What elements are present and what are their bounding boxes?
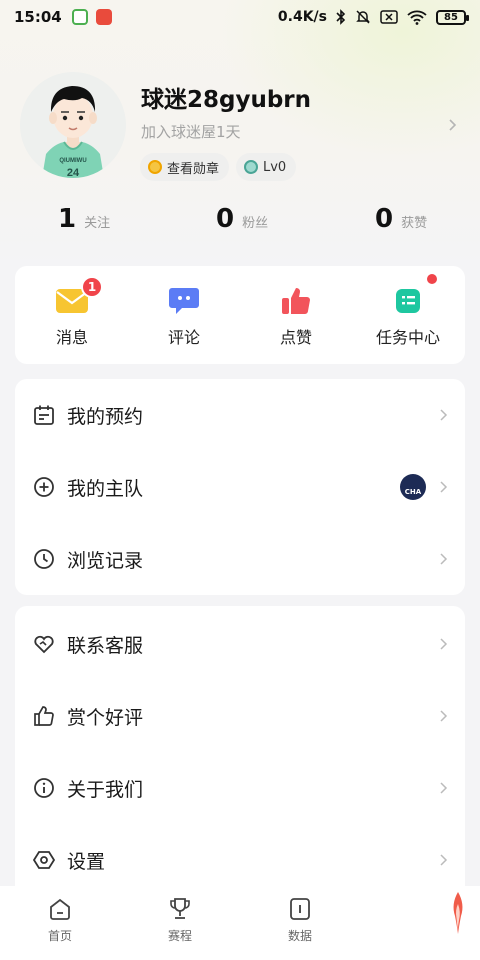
plus-circle-icon [34,477,54,497]
home-icon [50,898,70,920]
menu-item-label: 浏览记录 [67,549,144,572]
menu-item-label: 联系客服 [67,634,144,657]
action-task-center[interactable]: 任务中心 [363,274,453,348]
chevron-right-icon [440,409,448,421]
profile-chevron-right-icon[interactable] [446,117,458,133]
avatar[interactable]: QIUMIWU 24 [20,72,126,178]
stat-followers[interactable]: 0 粉丝 [216,204,268,234]
wifi-icon [407,10,427,25]
stat-value: 0 [375,204,394,234]
stat-value: 1 [58,204,77,234]
menu-item-history[interactable]: 浏览记录 [15,523,465,595]
level-icon [244,160,258,174]
stat-value: 0 [216,204,235,234]
chevron-right-icon [440,481,448,493]
fire-icon[interactable] [449,890,467,936]
medal-coin-icon [148,160,162,174]
calendar-icon [34,405,54,425]
message-count-badge: 1 [81,276,103,298]
quick-actions-card: 1 消息 评论 点赞 任务中心 [15,266,465,364]
thumbs-up-icon [279,286,313,316]
username: 球迷28gyubrn [141,87,312,113]
nav-schedule[interactable]: 赛程 [145,896,215,944]
action-label: 点赞 [279,328,312,347]
action-comments[interactable]: 评论 [139,286,229,348]
battery-level: 85 [444,11,458,23]
stat-following[interactable]: 1 关注 [58,204,110,234]
action-likes[interactable]: 点赞 [251,286,341,348]
avatar-illustration: QIUMIWU 24 [42,86,104,178]
hexagon-settings-icon [33,851,55,869]
nav-label: 赛程 [167,929,192,943]
menu-item-rate-app[interactable]: 赏个好评 [15,680,465,752]
stat-likes[interactable]: 0 获赞 [375,204,427,234]
status-time: 15:04 [14,8,62,26]
bluetooth-icon [336,9,346,25]
bottom-nav: 首页 赛程 数据 [0,886,480,960]
view-medals-button[interactable]: 查看勋章 [140,153,230,181]
status-bar: 15:04 0.4K/s 85 [0,0,480,34]
menu-card-primary: 我的预约 我的主队 CHA 浏览记录 [15,379,465,595]
mute-bell-icon [356,10,370,24]
data-icon [290,898,310,920]
team-logo: CHA [400,474,426,500]
nav-data[interactable]: 数据 [265,896,335,944]
chevron-right-icon [440,638,448,650]
action-label: 消息 [55,328,88,347]
view-medals-label: 查看勋章 [167,161,220,177]
action-messages[interactable]: 1 消息 [27,276,117,348]
level-chip[interactable]: Lv0 [236,153,297,181]
nav-label: 首页 [47,929,72,943]
info-icon [34,778,54,798]
trophy-icon [170,898,190,919]
stat-label: 粉丝 [242,216,269,231]
thumbs-up-outline-icon [34,706,54,726]
jersey-number: 24 [67,167,80,178]
nav-home[interactable]: 首页 [25,896,95,944]
chevron-right-icon [440,553,448,565]
menu-item-my-team[interactable]: 我的主队 CHA [15,451,465,523]
notification-app-icon [71,9,88,25]
battery-icon: 85 [436,9,469,25]
menu-item-customer-service[interactable]: 联系客服 [15,608,465,680]
clock-icon [34,549,54,569]
chevron-right-icon [440,854,448,866]
action-label: 评论 [167,328,200,347]
stat-label: 关注 [84,216,111,231]
menu-item-label: 设置 [67,850,106,873]
no-sim-icon [380,10,398,24]
menu-item-label: 我的主队 [67,477,144,500]
network-speed: 0.4K/s [277,9,327,25]
menu-item-label: 关于我们 [67,778,144,801]
action-label: 任务中心 [375,328,440,347]
menu-item-reservations[interactable]: 我的预约 [15,379,465,451]
envelope-icon: 1 [55,276,103,316]
joined-text: 加入球迷屋1天 [141,123,241,141]
stat-label: 获赞 [401,216,428,231]
notification-app-icon [95,9,112,25]
level-label: Lv0 [263,159,287,175]
menu-item-label: 赏个好评 [67,706,144,729]
menu-item-label: 我的预约 [67,405,144,428]
jersey-text: QIUMIWU [59,158,86,164]
heart-handshake-icon [34,635,54,654]
menu-card-secondary: 联系客服 赏个好评 关于我们 设置 [15,606,465,896]
chevron-right-icon [440,710,448,722]
chat-bubble-icon [167,286,201,316]
chevron-right-icon [440,782,448,794]
menu-item-about-us[interactable]: 关于我们 [15,752,465,824]
nav-label: 数据 [287,929,312,943]
task-list-icon [391,274,437,316]
task-dot-badge [427,274,437,284]
